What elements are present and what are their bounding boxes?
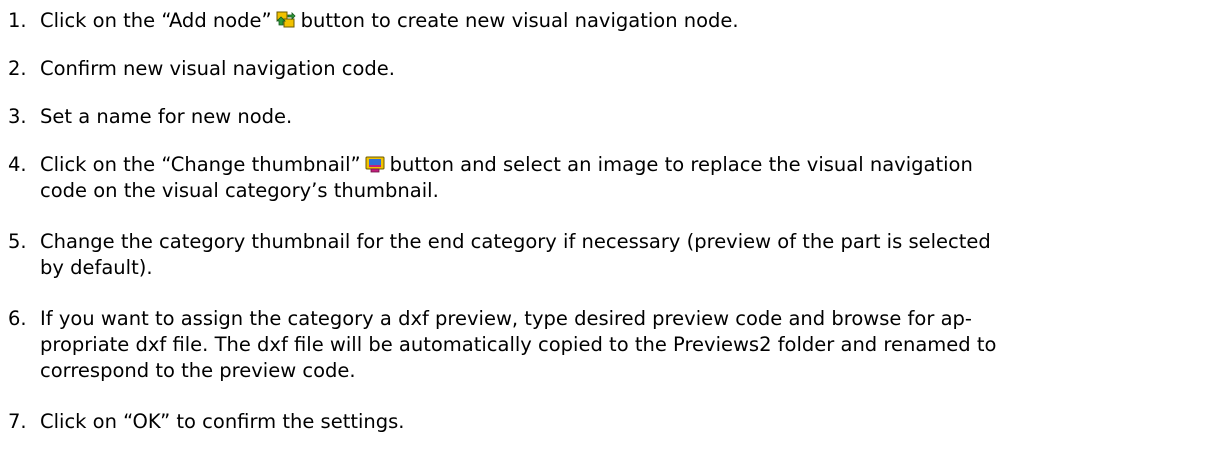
step-text-before-icon: Click on the “Change thumbnail” — [40, 153, 361, 176]
step-text: Set a name for new node. — [40, 105, 293, 128]
change-thumbnail-icon — [365, 154, 385, 173]
step-text: Change the category thumbnail for the en… — [40, 229, 1208, 281]
step-text-after-icon: button to create new visual navigation n… — [300, 9, 739, 32]
step-text: Click on the “Change thumbnail” button a… — [40, 152, 1208, 204]
step-number: 5. — [8, 230, 27, 253]
step-line: by default). — [40, 256, 153, 279]
step-number: 2. — [8, 57, 27, 80]
step-line: code on the visual category’s thumbnail. — [40, 179, 439, 202]
step-number: 3. — [8, 105, 27, 128]
step-number: 4. — [8, 153, 27, 176]
step-number: 6. — [8, 307, 27, 330]
step-text: Click on the “Add node” button to create… — [40, 8, 1208, 34]
step-line: Change the category thumbnail for the en… — [40, 230, 991, 253]
step-text: Click on “OK” to confirm the settings. — [40, 410, 405, 433]
step-line: propriate dxf file. The dxf file will be… — [40, 333, 997, 356]
step-line: Click on the “Change thumbnail” button a… — [40, 152, 1208, 178]
step-text-after-icon: button and select an image to replace th… — [389, 153, 973, 176]
add-node-icon — [275, 10, 296, 28]
step-line: If you want to assign the category a dxf… — [40, 307, 972, 330]
step-text: Confirm new visual navigation code. — [40, 57, 395, 80]
step-text: If you want to assign the category a dxf… — [40, 306, 1208, 384]
step-line: correspond to the preview code. — [40, 359, 356, 382]
instruction-list: 1. Click on the “Add node” button to cre… — [0, 0, 1220, 455]
step-number: 1. — [8, 9, 27, 32]
step-text-before-icon: Click on the “Add node” — [40, 9, 272, 32]
step-number: 7. — [8, 410, 27, 433]
